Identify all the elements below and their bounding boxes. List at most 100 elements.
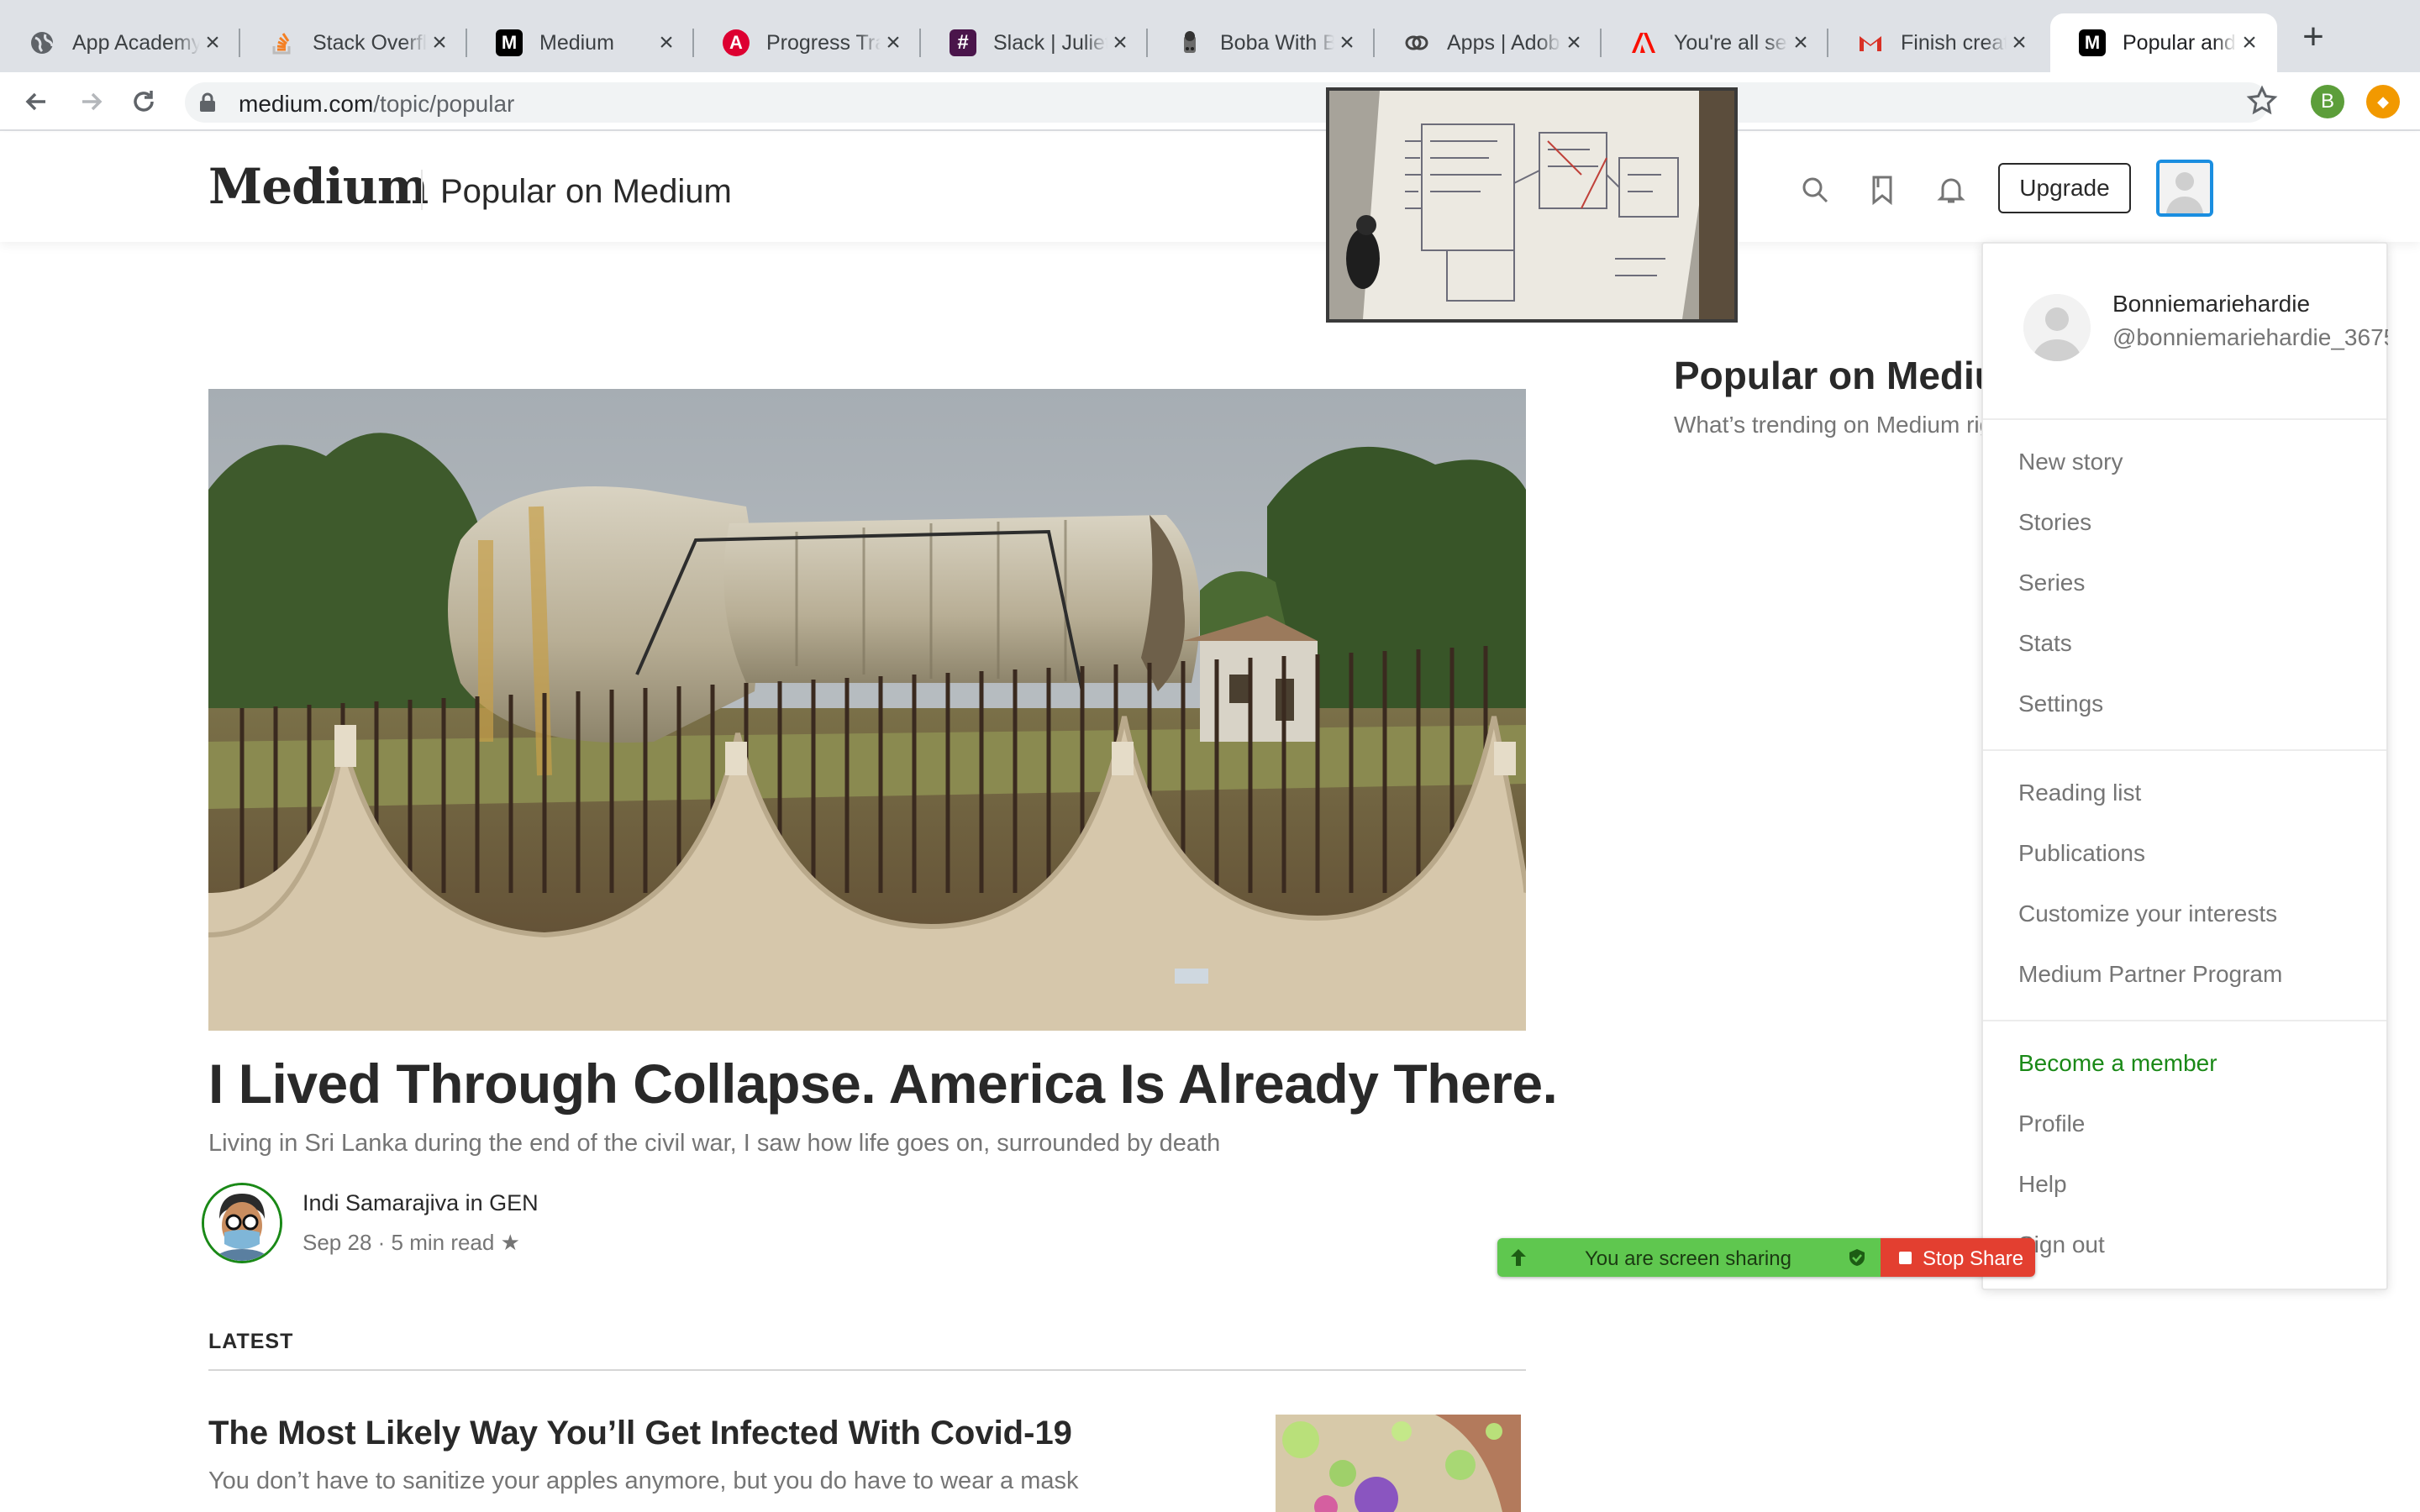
close-icon[interactable]: × <box>200 30 225 55</box>
tab-title: App Academy <box>72 30 200 55</box>
close-icon[interactable]: × <box>427 30 452 55</box>
menu-item-help[interactable]: Help <box>2018 1171 2067 1198</box>
adobe-icon <box>1630 29 1657 56</box>
url-text: medium.com/topic/popular <box>239 91 515 117</box>
site-header: Medium Popular on Medium Upgrade <box>0 133 2420 242</box>
tab-title: Popular and <box>2123 30 2236 55</box>
tab-title: You're all set <box>1674 30 1788 55</box>
article-title[interactable]: The Most Likely Way You’ll Get Infected … <box>208 1415 1072 1452</box>
stackoverflow-icon <box>269 29 296 56</box>
medium-icon: M <box>496 29 523 56</box>
author-avatar[interactable] <box>202 1183 282 1263</box>
angular-icon: A <box>723 29 750 56</box>
medium-logo[interactable]: Medium <box>208 158 429 215</box>
tab-title: Progress Tracker <box>766 30 881 55</box>
close-icon[interactable]: × <box>1107 30 1133 55</box>
menu-item-series[interactable]: Series <box>2018 570 2085 596</box>
adobe-cc-icon <box>1403 29 1430 56</box>
share-arrow-icon <box>1511 1249 1526 1266</box>
menu-item-become-member[interactable]: Become a member <box>2018 1050 2217 1077</box>
menu-divider <box>1983 1020 2386 1021</box>
menu-user-name[interactable]: Bonniemariehardie <box>2112 291 2310 318</box>
reload-icon <box>134 91 154 112</box>
slack-icon: # <box>950 29 976 56</box>
address-bar[interactable]: medium.com/topic/popular <box>185 82 2269 123</box>
author-name[interactable]: Indi Samarajiva in GEN <box>302 1190 539 1216</box>
notifications-bell-icon[interactable] <box>1934 173 1968 207</box>
reload-button[interactable] <box>126 84 161 119</box>
stop-share-button[interactable]: Stop Share <box>1881 1238 2035 1277</box>
medium-icon: M <box>2079 29 2106 56</box>
tab-stack-overflow[interactable]: Stack Overflow × <box>240 13 467 72</box>
latest-section-label: LATEST <box>208 1330 294 1353</box>
tab-title: Stack Overflow <box>313 30 427 55</box>
featured-article-title[interactable]: I Lived Through Collapse. America Is Alr… <box>208 1052 1558 1116</box>
avatar-icon <box>2160 163 2210 213</box>
tab-title: Slack | Juliet <box>993 30 1107 55</box>
close-icon[interactable]: × <box>1788 30 1813 55</box>
user-dropdown-menu: Bonniemariehardie @bonniemariehardie_367… <box>1981 242 2388 1290</box>
menu-item-customize-interests[interactable]: Customize your interests <box>2018 900 2277 927</box>
upgrade-button[interactable]: Upgrade <box>1998 163 2131 213</box>
menu-item-stats[interactable]: Stats <box>2018 630 2072 657</box>
tab-progress-tracker[interactable]: A Progress Tracker × <box>694 13 921 72</box>
close-icon[interactable]: × <box>2237 30 2262 55</box>
tab-boba[interactable]: Boba With B × <box>1148 13 1375 72</box>
close-icon[interactable]: × <box>1561 30 1586 55</box>
article-thumbnail[interactable] <box>1276 1415 1521 1512</box>
tab-gmail[interactable]: Finish creating × <box>1828 13 2047 72</box>
close-icon[interactable]: × <box>1334 30 1360 55</box>
boba-icon <box>1176 29 1203 56</box>
article-subtitle[interactable]: You don’t have to sanitize your apples a… <box>208 1467 1079 1495</box>
menu-item-settings[interactable]: Settings <box>2018 690 2103 717</box>
stop-share-label: Stop Share <box>1923 1247 2024 1270</box>
video-preview[interactable] <box>1326 87 1738 323</box>
featured-article-subtitle[interactable]: Living in Sri Lanka during the end of th… <box>208 1130 1220 1158</box>
browser-toolbar: medium.com/topic/popular <box>0 72 2420 131</box>
tab-adobe-apps[interactable]: Apps | Adobe × <box>1375 13 1602 72</box>
menu-item-new-story[interactable]: New story <box>2018 449 2123 475</box>
menu-divider <box>1983 749 2386 751</box>
close-icon[interactable]: × <box>654 30 679 55</box>
screen-share-bar: You are screen sharing Stop Share <box>1497 1238 2035 1277</box>
arrow-left-icon <box>25 92 45 111</box>
menu-item-reading-list[interactable]: Reading list <box>2018 780 2141 806</box>
author-portrait-icon <box>204 1185 280 1261</box>
globe-icon <box>29 29 55 56</box>
menu-item-partner-program[interactable]: Medium Partner Program <box>2018 961 2282 988</box>
back-button[interactable] <box>18 84 54 119</box>
close-icon[interactable]: × <box>2007 30 2032 55</box>
tab-app-academy[interactable]: App Academy × <box>0 13 240 72</box>
menu-user-handle[interactable]: @bonniemariehardie_3675 <box>2112 324 2388 351</box>
page-title: Popular on Medium <box>440 173 732 210</box>
menu-item-profile[interactable]: Profile <box>2018 1110 2085 1137</box>
tab-adobe-setup[interactable]: You're all set × <box>1602 13 1828 72</box>
forward-button[interactable] <box>74 84 109 119</box>
extension-icon[interactable]: ◆ <box>2366 85 2400 118</box>
arrow-right-icon <box>82 92 103 111</box>
profile-extension-icon[interactable]: B <box>2311 85 2344 118</box>
virus-illustration <box>1276 1415 1521 1512</box>
tab-title: Apps | Adobe <box>1447 30 1561 55</box>
search-icon[interactable] <box>1798 173 1832 207</box>
featured-article-image[interactable] <box>208 389 1526 1031</box>
close-icon[interactable]: × <box>881 30 906 55</box>
menu-avatar[interactable] <box>2023 294 2091 361</box>
tab-medium[interactable]: M Medium × <box>467 13 694 72</box>
tab-slack[interactable]: # Slack | Juliet × <box>921 13 1148 72</box>
tab-title: Boba With B <box>1220 30 1334 55</box>
sidebar-title: Popular on Medium <box>1674 354 1983 397</box>
bookmarks-icon[interactable] <box>1865 173 1899 207</box>
share-status-area[interactable]: You are screen sharing <box>1497 1238 1881 1277</box>
tab-popular-medium[interactable]: M Popular and × <box>2050 13 2277 72</box>
new-tab-button[interactable]: + <box>2298 18 2328 55</box>
menu-item-stories[interactable]: Stories <box>2018 509 2091 536</box>
avatar-button[interactable] <box>2156 160 2213 217</box>
gmail-icon <box>1857 29 1884 56</box>
article-meta: Sep 28 · 5 min read ★ <box>302 1230 520 1255</box>
bookmark-star-icon[interactable] <box>2245 84 2279 118</box>
section-divider <box>208 1369 1526 1371</box>
shield-check-icon <box>1849 1249 1865 1266</box>
sidebar-subtitle: What’s trending on Medium right now <box>1674 412 1983 438</box>
menu-item-publications[interactable]: Publications <box>2018 840 2145 867</box>
